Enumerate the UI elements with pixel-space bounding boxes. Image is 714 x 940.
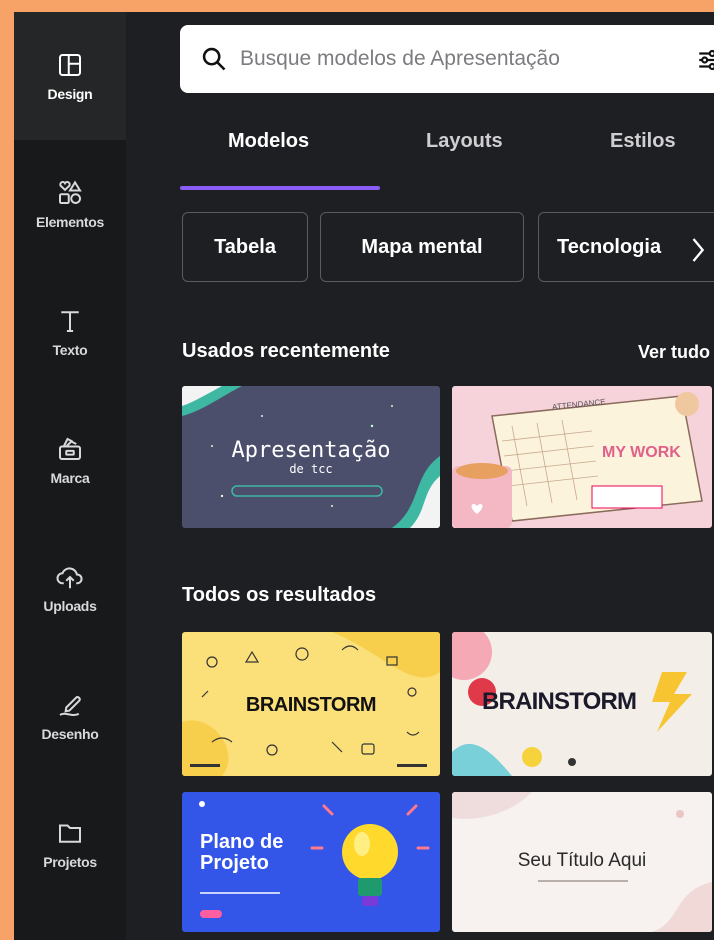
tab-modelos[interactable]: Modelos [228,130,309,153]
template-title: Plano de Projeto [200,831,284,874]
template-title: MY WORK [602,444,681,461]
template-title: Seu Título Aqui [517,850,647,871]
shapes-icon [59,180,82,204]
rail-label-elementos: Elementos [35,214,105,230]
rail-item-desenho[interactable]: Desenho [14,652,126,780]
rail-label-design: Design [47,86,93,102]
chip-label: Tabela [214,235,276,258]
brand-icon [59,437,81,460]
result-template-plano-de-projeto[interactable]: Plano de Projeto [182,792,440,932]
text-icon [61,311,79,332]
tab-bar: Modelos Layouts Estilos [180,130,714,190]
rail-item-elementos[interactable]: Elementos [14,140,126,268]
chip-label: Tecnologia [557,235,662,258]
search-bar[interactable]: Busque modelos de Apresentação [180,25,714,93]
chip-mapa-mental[interactable]: Mapa mental [320,212,524,282]
rail-item-marca[interactable]: Marca [14,396,126,524]
recent-section-title: Usados recentemente [182,340,390,362]
cloud-upload-icon [56,567,83,589]
template-title: BRAINSTORM [245,694,377,716]
result-template-brainstorm-white[interactable]: BRAINSTORM [452,632,712,776]
rail-item-projetos[interactable]: Projetos [14,780,126,908]
rail-label-desenho: Desenho [41,726,99,742]
template-subtitle: de tcc [289,462,333,476]
rail-item-texto[interactable]: Texto [14,268,126,396]
rail-label-uploads: Uploads [43,598,97,614]
rail-label-texto: Texto [52,342,88,358]
recent-template-my-work[interactable]: MY WORK ATTENDANCE [452,386,712,528]
rail-item-uploads[interactable]: Uploads [14,524,126,652]
result-template-seu-titulo[interactable]: Seu Título Aqui [452,792,712,932]
chevron-right-icon[interactable] [688,230,714,270]
filter-icon[interactable] [696,47,714,73]
search-input[interactable]: Busque modelos de Apresentação [240,47,560,71]
recent-template-apresentacao[interactable]: Apresentação de tcc [182,386,440,528]
rail-label-projetos: Projetos [43,854,97,870]
layout-icon [59,54,81,76]
rail-item-design[interactable]: Design [14,12,126,140]
search-icon [202,47,226,71]
result-template-brainstorm-yellow[interactable]: BRAINSTORM [182,632,440,776]
template-title: Apresentação [231,438,391,463]
editor-frame: Design Elementos Texto Marca Uploads Des… [14,12,714,940]
chip-tabela[interactable]: Tabela [182,212,308,282]
template-title: BRAINSTORM [482,688,637,715]
design-panel: Busque modelos de Apresentação Modelos L… [126,12,714,940]
tab-estilos[interactable]: Estilos [610,130,676,153]
chip-label: Mapa mental [361,235,483,258]
draw-icon [59,696,81,716]
results-section-title: Todos os resultados [182,584,377,606]
see-all-link[interactable]: Ver tudo [638,342,710,363]
rail-label-marca: Marca [50,470,90,486]
folder-icon [59,824,81,843]
tab-layouts[interactable]: Layouts [426,130,503,153]
active-tab-indicator [180,186,380,190]
category-chips: Tabela Mapa mental Tecnologia [182,212,714,282]
side-rail: Design Elementos Texto Marca Uploads Des… [14,12,126,940]
